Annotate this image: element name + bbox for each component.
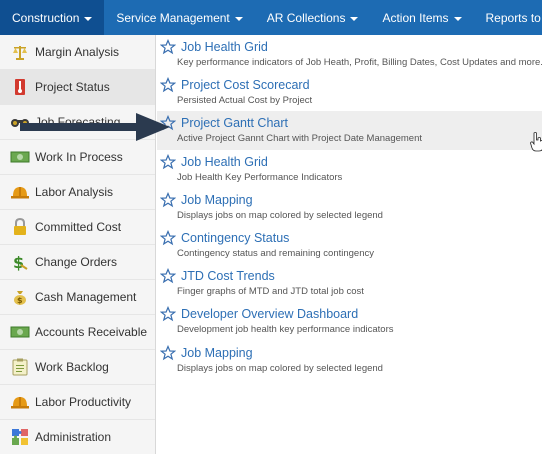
star-outline-icon[interactable] bbox=[160, 77, 176, 93]
report-item-project-cost-scorecard[interactable]: Project Cost Scorecard Persisted Actual … bbox=[157, 73, 542, 111]
sidebar-item-accounts-receivable[interactable]: Accounts Receivable bbox=[0, 315, 155, 350]
nav-service-management-label: Service Management bbox=[116, 10, 230, 25]
report-item-project-gantt-chart[interactable]: Project Gantt Chart Active Project Gannt… bbox=[157, 111, 542, 150]
report-description: Persisted Actual Cost by Project bbox=[177, 95, 313, 107]
star-outline-icon[interactable] bbox=[160, 191, 176, 208]
report-list: Job Health Grid Key performance indicato… bbox=[157, 35, 542, 454]
padlock-icon bbox=[10, 218, 30, 236]
report-title[interactable]: Job Mapping bbox=[181, 346, 253, 360]
star-outline-icon[interactable] bbox=[160, 306, 176, 322]
sidebar-item-administration[interactable]: Administration bbox=[0, 420, 155, 454]
sidebar-item-margin-analysis[interactable]: Margin Analysis bbox=[0, 35, 155, 70]
report-title[interactable]: Job Health Grid bbox=[181, 40, 268, 54]
nav-construction-label: Construction bbox=[12, 10, 80, 25]
sidebar: Margin Analysis Project Status Job Forec… bbox=[0, 35, 156, 454]
star-outline-icon[interactable] bbox=[160, 229, 176, 246]
sidebar-item-label: Labor Analysis bbox=[35, 185, 114, 199]
star-outline-icon[interactable] bbox=[160, 268, 176, 284]
money-icon bbox=[10, 323, 30, 341]
report-description: Displays jobs on map colored by selected… bbox=[177, 362, 383, 374]
nav-action-items-label: Action Items bbox=[382, 10, 449, 25]
sidebar-item-cash-management[interactable]: $ Cash Management bbox=[0, 280, 155, 315]
chevron-down-icon bbox=[84, 16, 93, 21]
money-icon bbox=[10, 148, 30, 166]
report-title[interactable]: Project Gantt Chart bbox=[181, 116, 288, 130]
sidebar-item-project-status[interactable]: Project Status bbox=[0, 70, 155, 105]
svg-text:$: $ bbox=[17, 296, 23, 305]
star-outline-icon[interactable] bbox=[160, 153, 176, 170]
report-title[interactable]: Contingency Status bbox=[181, 231, 289, 245]
report-title[interactable]: JTD Cost Trends bbox=[181, 269, 275, 283]
sidebar-item-label: Cash Management bbox=[35, 290, 137, 304]
report-item-job-mapping-2[interactable]: Job Mapping Displays jobs on map colored… bbox=[157, 341, 542, 379]
nav-reports-to-test[interactable]: Reports to Tes bbox=[474, 0, 542, 35]
nav-ar-collections[interactable]: AR Collections bbox=[255, 0, 371, 35]
report-item-jtd-cost-trends[interactable]: JTD Cost Trends Finger graphs of MTD and… bbox=[157, 264, 542, 302]
nav-construction[interactable]: Construction bbox=[0, 0, 105, 35]
clipboard-icon bbox=[10, 358, 30, 376]
nav-service-management[interactable]: Service Management bbox=[104, 0, 254, 35]
sidebar-item-label: Work Backlog bbox=[35, 360, 109, 374]
dollar-icon: $ bbox=[10, 253, 30, 271]
sidebar-item-work-backlog[interactable]: Work Backlog bbox=[0, 350, 155, 385]
annotation-arrow-icon bbox=[20, 113, 170, 141]
report-item-developer-overview-dashboard[interactable]: Developer Overview Dashboard Development… bbox=[157, 302, 542, 340]
thermometer-icon bbox=[10, 78, 30, 96]
nav-action-items[interactable]: Action Items bbox=[370, 0, 473, 35]
sidebar-item-labor-productivity[interactable]: Labor Productivity bbox=[0, 385, 155, 420]
report-description: Job Health Key Performance Indicators bbox=[177, 171, 343, 183]
sidebar-item-label: Change Orders bbox=[35, 255, 118, 269]
report-description: Finger graphs of MTD and JTD total job c… bbox=[177, 286, 364, 298]
chevron-down-icon bbox=[350, 16, 359, 21]
star-outline-icon[interactable] bbox=[160, 39, 176, 55]
nav-ar-collections-label: AR Collections bbox=[266, 10, 346, 25]
report-item-job-health-grid-2[interactable]: Job Health Grid Job Health Key Performan… bbox=[157, 150, 542, 188]
report-description: Development job health key performance i… bbox=[177, 324, 394, 336]
report-item-contingency-status[interactable]: Contingency Status Contingency status an… bbox=[157, 226, 542, 264]
hardhat-icon bbox=[10, 183, 30, 201]
star-outline-icon[interactable] bbox=[160, 344, 176, 361]
report-description: Active Project Gannt Chart with Project … bbox=[177, 133, 423, 145]
report-title[interactable]: Developer Overview Dashboard bbox=[181, 307, 358, 321]
svg-text:$: $ bbox=[13, 253, 24, 271]
report-description: Key performance indicators of Job Heath,… bbox=[177, 57, 542, 68]
report-title[interactable]: Job Mapping bbox=[181, 193, 253, 207]
top-nav: Construction Service Management AR Colle… bbox=[0, 0, 542, 35]
sidebar-item-label: Labor Productivity bbox=[35, 395, 132, 409]
report-description: Displays jobs on map colored by selected… bbox=[177, 209, 383, 221]
sidebar-item-labor-analysis[interactable]: Labor Analysis bbox=[0, 175, 155, 210]
sidebar-item-label: Margin Analysis bbox=[35, 45, 120, 59]
sidebar-item-change-orders[interactable]: $ Change Orders bbox=[0, 245, 155, 280]
report-item-job-mapping[interactable]: Job Mapping Displays jobs on map colored… bbox=[157, 188, 542, 226]
sidebar-item-work-in-process[interactable]: Work In Process bbox=[0, 140, 155, 175]
sidebar-item-label: Work In Process bbox=[35, 150, 123, 164]
money-bag-icon: $ bbox=[10, 288, 30, 306]
sidebar-item-label: Administration bbox=[35, 430, 112, 444]
chevron-down-icon bbox=[453, 16, 462, 21]
report-item-job-health-grid[interactable]: Job Health Grid Key performance indicato… bbox=[157, 35, 542, 73]
chevron-down-icon bbox=[234, 16, 243, 21]
sidebar-item-label: Committed Cost bbox=[35, 220, 122, 234]
report-title[interactable]: Job Health Grid bbox=[181, 155, 268, 169]
sidebar-item-committed-cost[interactable]: Committed Cost bbox=[0, 210, 155, 245]
puzzle-icon bbox=[10, 428, 30, 446]
hand-cursor-icon bbox=[530, 132, 542, 152]
report-description: Contingency status and remaining conting… bbox=[177, 247, 374, 259]
nav-reports-label: Reports to Tes bbox=[485, 10, 542, 25]
sidebar-item-label: Accounts Receivable bbox=[35, 325, 148, 339]
hardhat-icon bbox=[10, 393, 30, 411]
report-title[interactable]: Project Cost Scorecard bbox=[181, 78, 310, 92]
sidebar-item-label: Project Status bbox=[35, 80, 110, 94]
scale-icon bbox=[10, 43, 30, 61]
